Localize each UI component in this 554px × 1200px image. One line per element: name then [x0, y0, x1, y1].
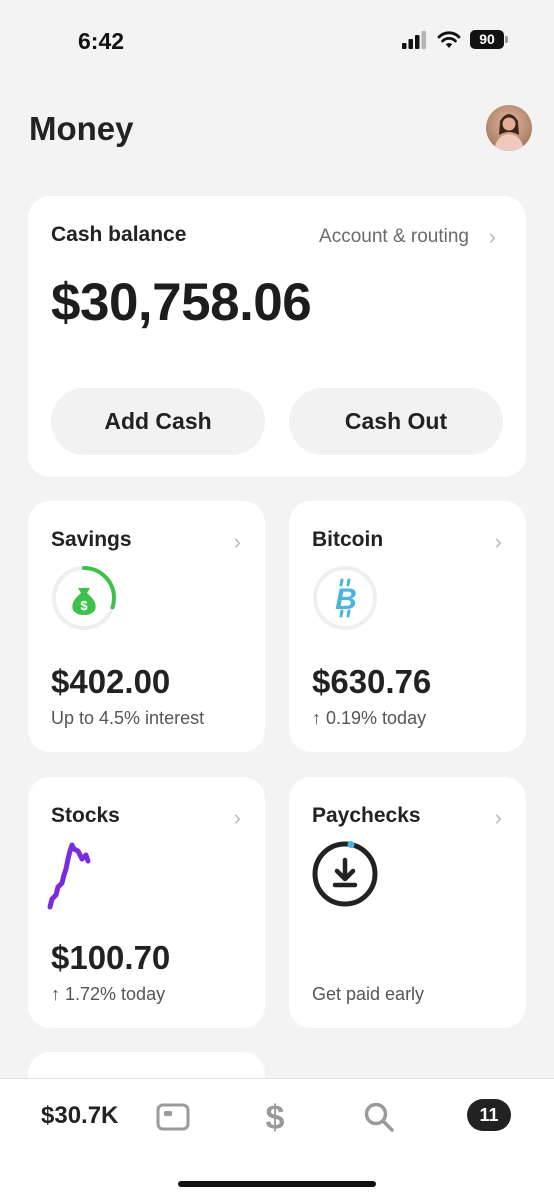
home-indicator [178, 1181, 376, 1187]
status-time: 6:42 [78, 28, 125, 54]
chevron-right-icon: › [494, 805, 502, 830]
signal-icon [402, 30, 426, 49]
chevron-right-icon[interactable]: › [489, 226, 496, 248]
cash-balance-card: Cash balance Account & routing › $30,758… [28, 196, 526, 477]
stocks-amount: $100.70 [51, 939, 171, 976]
nav-balance-tab[interactable]: $30.7K [41, 1102, 118, 1130]
money-screen: 6:42 90 Money Cash balance Account & rou… [0, 0, 554, 1200]
avatar[interactable] [486, 105, 532, 151]
activity-badge[interactable]: 11 [467, 1099, 511, 1131]
savings-progress-ring: $ [52, 566, 116, 630]
savings-amount: $402.00 [51, 663, 171, 700]
cash-balance-title: Cash balance [51, 223, 187, 246]
wifi-icon [437, 30, 461, 48]
bitcoin-icon: B [313, 566, 377, 630]
stocks-change: ↑ 1.72% today [51, 984, 166, 1004]
bitcoin-change: ↑ 0.19% today [312, 708, 427, 728]
paychecks-subtitle: Get paid early [312, 984, 425, 1004]
chevron-right-icon: › [494, 529, 502, 554]
svg-text:$: $ [80, 598, 88, 613]
paychecks-title: Paychecks [312, 804, 421, 827]
paychecks-card[interactable]: Paychecks › Get paid early [289, 777, 526, 1028]
dollar-icon[interactable]: $ [262, 1099, 288, 1135]
bitcoin-card[interactable]: Bitcoin › B $630.76 ↑ 0.19% today [289, 501, 526, 752]
svg-text:$: $ [266, 1099, 285, 1135]
stock-sparkline-icon [47, 842, 91, 910]
savings-title: Savings [51, 528, 132, 551]
svg-text:B: B [335, 583, 357, 616]
chevron-right-icon: › [233, 529, 241, 554]
search-icon[interactable] [363, 1101, 395, 1133]
bitcoin-title: Bitcoin [312, 528, 384, 551]
stocks-title: Stocks [51, 804, 120, 827]
status-icons: 90 [402, 30, 508, 49]
account-routing-link[interactable]: Account & routing [319, 226, 469, 248]
battery-tip [505, 36, 508, 43]
download-icon [312, 841, 378, 907]
savings-card[interactable]: Savings › $ $402.00 Up to 4.5% interest [28, 501, 265, 752]
chevron-right-icon: › [233, 805, 241, 830]
card-icon[interactable] [156, 1103, 190, 1131]
page-title: Money [29, 110, 134, 147]
battery-indicator: 90 [470, 30, 508, 49]
avatar-photo [494, 114, 524, 151]
money-bag-icon: $ [72, 588, 96, 615]
cash-balance-amount: $30,758.06 [51, 273, 312, 332]
stocks-card[interactable]: Stocks › $100.70 ↑ 1.72% today [28, 777, 265, 1028]
battery-level: 90 [470, 30, 504, 49]
bitcoin-amount: $630.76 [312, 663, 432, 700]
savings-subtitle: Up to 4.5% interest [51, 708, 205, 728]
add-cash-button[interactable]: Add Cash [51, 388, 265, 455]
cash-out-button[interactable]: Cash Out [289, 388, 503, 455]
